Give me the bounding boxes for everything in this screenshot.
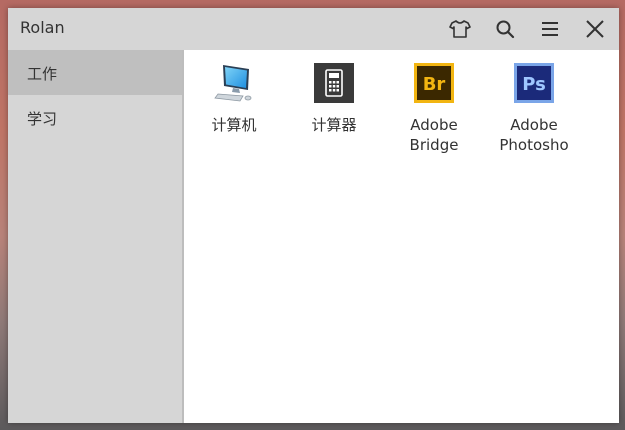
app-tile-calculator[interactable]: 计算器 [284,56,384,156]
adobe-bridge-icon: Br [414,63,454,103]
sidebar-item-work[interactable]: 工作 [8,50,182,95]
app-tile-adobe-photoshop[interactable]: Ps Adobe Photosho [484,56,584,156]
search-button[interactable] [490,14,520,44]
sidebar-item-study[interactable]: 学习 [8,95,182,140]
close-button[interactable] [580,14,610,44]
title-bar[interactable]: Rolan [8,8,619,50]
app-label: Adobe Photosho [499,116,569,154]
computer-icon [214,65,252,102]
calculator-icon [314,63,354,103]
app-label: Adobe Bridge [409,116,459,154]
menu-button[interactable] [535,14,565,44]
app-tile-computer[interactable]: 计算机 [184,56,284,156]
shirt-icon [449,20,471,38]
hamburger-menu-icon [542,22,558,36]
close-icon [586,20,604,38]
app-grid: 计算机 计算器 Br Adobe Bridge Ps Adobe Photosh… [184,50,619,423]
app-label: 计算机 [211,116,257,134]
app-label: 计算器 [311,116,357,134]
adobe-photoshop-icon: Ps [514,63,554,103]
search-icon [496,20,515,39]
sidebar-item-label: 学习 [27,110,58,128]
app-tile-adobe-bridge[interactable]: Br Adobe Bridge [384,56,484,156]
svg-text:Ps: Ps [522,74,546,95]
app-title: Rolan [20,18,65,37]
launcher-window: Rolan 工作 学习 计算机 计算器 Br Adobe Bridge Ps A… [8,8,619,423]
sidebar-item-label: 工作 [27,65,58,83]
svg-text:Br: Br [423,74,446,95]
skin-button[interactable] [445,14,475,44]
sidebar: 工作 学习 [8,50,184,423]
